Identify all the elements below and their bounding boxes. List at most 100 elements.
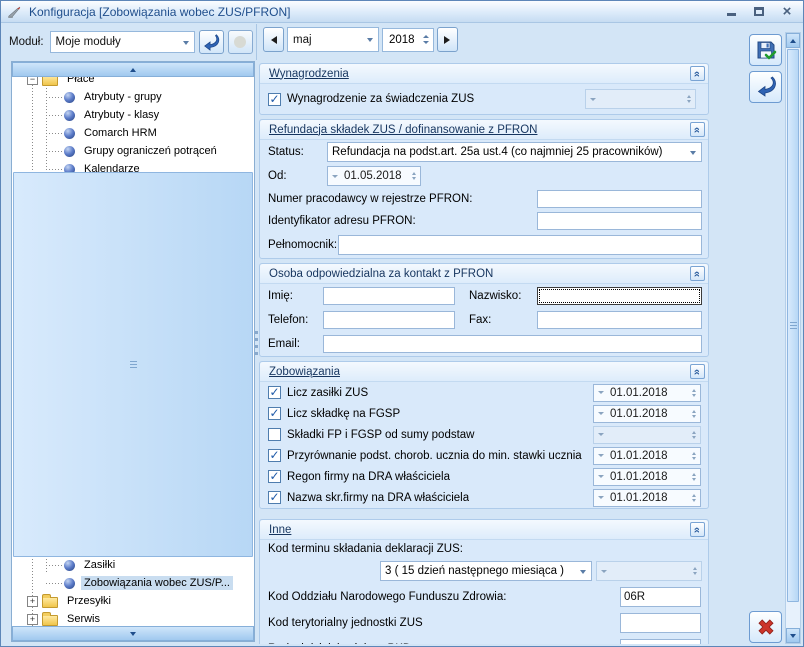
date-spinner[interactable]	[687, 389, 700, 397]
scroll-up-button[interactable]	[12, 62, 254, 77]
collapse-section-button[interactable]: »	[690, 122, 705, 137]
imie-input[interactable]	[323, 287, 455, 305]
titlebar: Konfiguracja [Zobowiązania wobec ZUS/PFR…	[1, 1, 803, 23]
spinner-down-icon[interactable]	[692, 457, 696, 460]
row: Status: Refundacja na podst.art. 25a ust…	[260, 140, 708, 164]
scroll-down-button[interactable]	[12, 626, 254, 641]
spinner-down-icon[interactable]	[423, 41, 429, 44]
tree-item[interactable]: Zobowiązania wobec ZUS/P...	[12, 574, 236, 592]
maximize-icon	[754, 7, 764, 16]
tree-item[interactable]: +Przesyłki	[12, 592, 236, 610]
date-spinner[interactable]	[687, 494, 700, 502]
collapse-section-button[interactable]: »	[690, 364, 705, 379]
module-select[interactable]: Moje moduły	[50, 31, 195, 53]
inne-fields: Kod Oddziału Narodowego Funduszu Zdrowia…	[260, 584, 708, 644]
chevron-down-icon	[367, 38, 373, 42]
spinner-down-icon[interactable]	[692, 394, 696, 397]
tree-item[interactable]: Atrybuty - grupy	[12, 88, 236, 106]
spinner-down-icon[interactable]	[692, 478, 696, 481]
spinner-up-icon[interactable]	[692, 410, 696, 413]
row: Email:	[260, 332, 708, 356]
date-field[interactable]: 01.01.2018	[593, 447, 701, 465]
tree-item[interactable]: Comarch HRM	[12, 124, 236, 142]
checkbox[interactable]: ✓	[268, 386, 281, 399]
date-spinner	[687, 431, 700, 439]
switch-module-button[interactable]	[199, 30, 224, 54]
text-input[interactable]	[620, 587, 701, 607]
date-spinner[interactable]	[407, 172, 420, 180]
spinner-up-icon[interactable]	[692, 494, 696, 497]
tree-item[interactable]: Atrybuty - klasy	[12, 106, 236, 124]
text-input[interactable]	[620, 639, 701, 644]
save-button[interactable]	[749, 34, 782, 66]
checkbox-label: Nazwa skr.firmy na DRA właściciela	[287, 492, 469, 504]
year-spinner[interactable]: 2018	[382, 28, 434, 52]
prev-month-button[interactable]	[263, 27, 284, 52]
checkbox[interactable]: ✓	[268, 407, 281, 420]
undo-button[interactable]	[749, 71, 782, 103]
next-month-button[interactable]	[437, 27, 458, 52]
row: Kod Oddziału Narodowego Funduszu Zdrowia…	[260, 584, 708, 610]
expand-toggle-icon[interactable]: +	[27, 596, 38, 607]
chevron-down-icon	[597, 570, 611, 573]
month-select[interactable]: maj	[287, 27, 379, 52]
tree-item-label: Zobowiązania wobec ZUS/P...	[81, 576, 233, 590]
tree-item[interactable]: Grupy ograniczeń potrąceń	[12, 142, 236, 160]
date-spinner[interactable]	[687, 410, 700, 418]
date-field[interactable]: 01.01.2018	[593, 468, 701, 486]
fax-input[interactable]	[537, 311, 702, 329]
spinner-up-icon[interactable]	[692, 389, 696, 392]
date-field[interactable]: 01.01.2018	[593, 405, 701, 423]
collapse-section-button[interactable]: »	[690, 522, 705, 537]
date-field[interactable]: 01.01.2018	[593, 489, 701, 507]
od-date-field[interactable]: 01.05.2018	[327, 166, 421, 186]
email-input[interactable]	[323, 335, 702, 353]
spinner-up-icon[interactable]	[692, 473, 696, 476]
field-label: Identyfikator adresu PFRON:	[268, 215, 537, 227]
chevron-down-icon	[594, 496, 608, 499]
checkbox[interactable]: ✓	[268, 449, 281, 462]
row: ✓Licz składkę na FGŚP01.01.2018	[260, 403, 708, 424]
spinner-up-icon[interactable]	[692, 452, 696, 455]
checkbox[interactable]: ✓	[268, 470, 281, 483]
maximize-button[interactable]	[749, 4, 769, 19]
tree-item[interactable]: Zasiłki	[12, 556, 236, 574]
text-input[interactable]	[338, 235, 702, 255]
scrollbar-thumb[interactable]	[13, 172, 253, 557]
text-input[interactable]	[537, 190, 702, 208]
expand-toggle-icon[interactable]: +	[27, 614, 38, 625]
scrollbar-thumb[interactable]	[787, 49, 799, 602]
collapse-section-button[interactable]: »	[690, 266, 705, 281]
status-select[interactable]: Refundacja na podst.art. 25a ust.4 (co n…	[327, 142, 702, 162]
nazwisko-input[interactable]	[537, 287, 702, 305]
checkbox[interactable]: ✓	[268, 491, 281, 504]
minimize-button[interactable]	[721, 4, 741, 19]
checkbox-label: Składki FP i FGŚP od sumy podstaw	[287, 429, 475, 441]
period-navigation: maj 2018	[263, 27, 458, 52]
date-spinner[interactable]	[687, 473, 700, 481]
date-field[interactable]: 01.01.2018	[593, 384, 701, 402]
row: ✓Przyrównanie podst. chorob. ucznia do m…	[260, 445, 708, 466]
cancel-button[interactable]	[749, 611, 782, 643]
declaration-select[interactable]: 3 ( 15 dzień następnego miesiąca )	[380, 561, 592, 581]
row: ✓Regon firmy na DRA właściciela01.01.201…	[260, 466, 708, 487]
scroll-up-button[interactable]	[786, 33, 800, 48]
scrollbar-grip	[790, 322, 797, 330]
collapse-section-button[interactable]: »	[690, 66, 705, 81]
panel-splitter[interactable]	[255, 331, 258, 355]
text-input[interactable]	[537, 212, 702, 230]
checkbox[interactable]	[268, 428, 281, 441]
content-scrollbar[interactable]	[785, 32, 801, 644]
spinner-up-icon[interactable]	[423, 35, 429, 38]
date-spinner[interactable]	[687, 452, 700, 460]
wynagrodzenie-checkbox[interactable]: ✓	[268, 93, 281, 106]
scroll-down-button[interactable]	[786, 628, 800, 643]
spinner-down-icon[interactable]	[692, 415, 696, 418]
telefon-input[interactable]	[323, 311, 455, 329]
undo-arrow-icon	[755, 76, 777, 98]
row: Pełnomocnik:	[260, 232, 708, 258]
close-button[interactable]: ×	[777, 4, 797, 19]
text-input[interactable]	[620, 613, 701, 633]
spinner-down-icon[interactable]	[692, 499, 696, 502]
date-value: 01.01.2018	[608, 450, 687, 462]
